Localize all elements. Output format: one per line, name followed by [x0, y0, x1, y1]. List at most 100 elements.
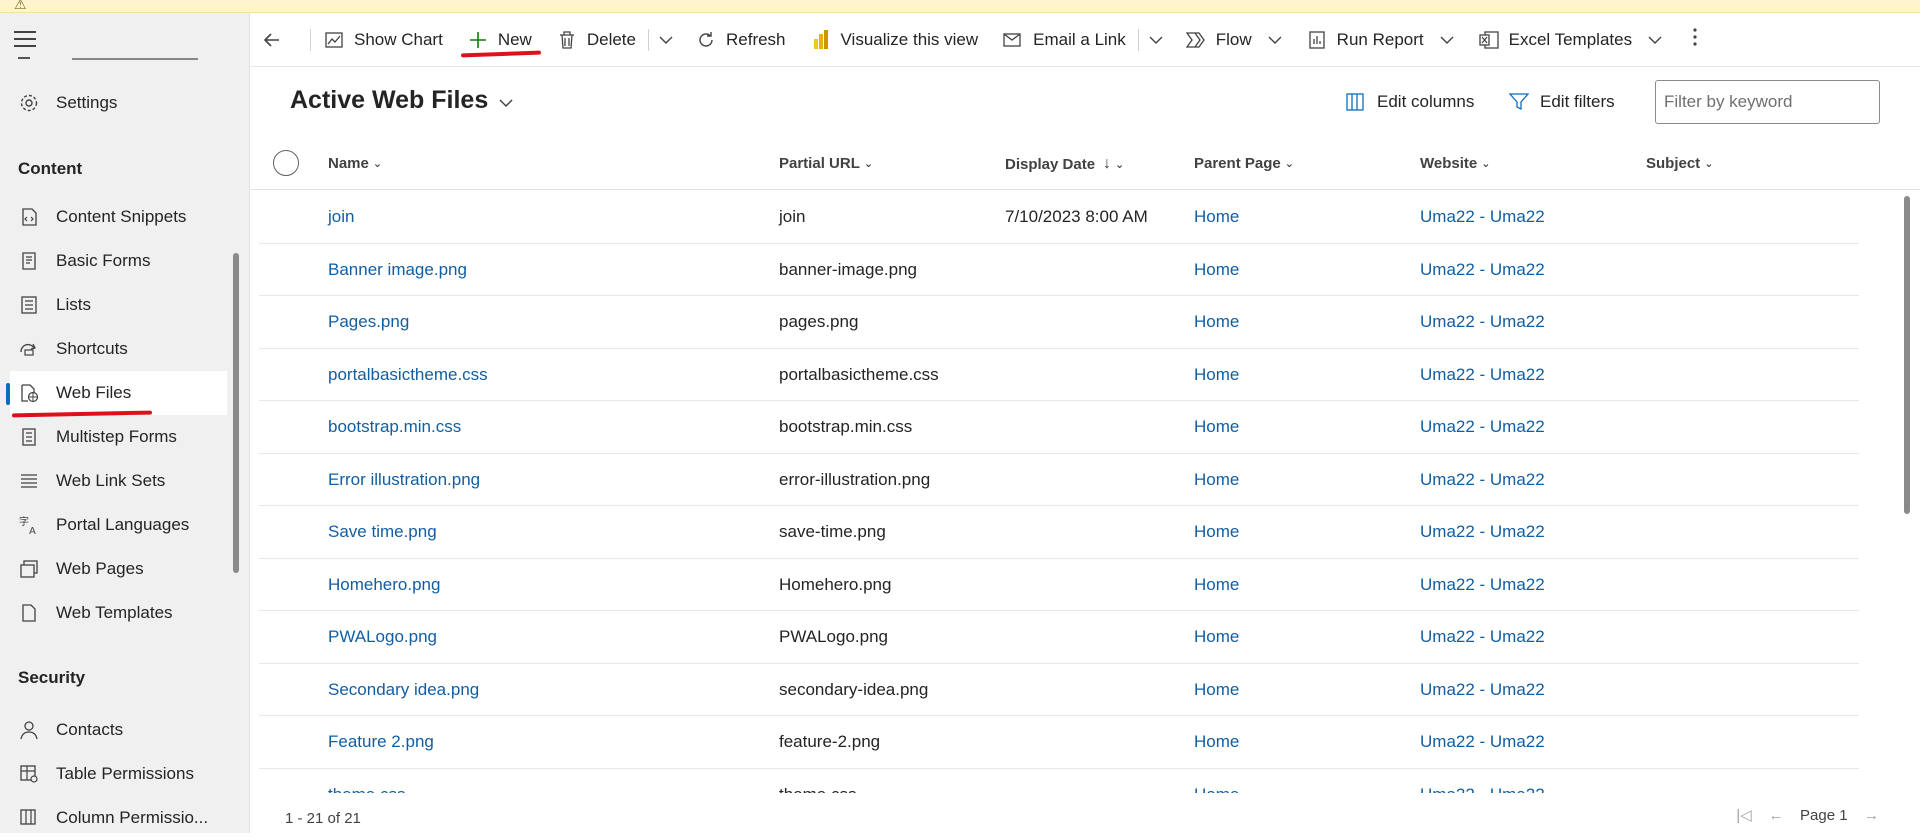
column-header-label: Subject: [1646, 155, 1701, 172]
sidebar-item-contacts[interactable]: Contacts: [10, 708, 227, 752]
cell-parent-page[interactable]: Home: [1194, 522, 1239, 542]
cell-website[interactable]: Uma22 - Uma22: [1420, 627, 1545, 647]
back-button[interactable]: [251, 20, 310, 60]
cell-parent-page[interactable]: Home: [1194, 627, 1239, 647]
cell-name[interactable]: PWALogo.png: [328, 627, 437, 647]
trash-icon: [556, 29, 578, 51]
sidebar-item-portal-languages[interactable]: 字 A Portal Languages: [10, 503, 227, 547]
show-chart-button[interactable]: Show Chart: [311, 20, 455, 60]
cell-website[interactable]: Uma22 - Uma22: [1420, 470, 1545, 490]
more-actions-dropdown[interactable]: [649, 20, 683, 60]
grid-scrollbar[interactable]: [1904, 196, 1910, 514]
column-header-subject[interactable]: Subject ⌄: [1646, 155, 1713, 172]
sidebar-item-web-pages[interactable]: Web Pages: [10, 547, 227, 591]
edit-filters-button[interactable]: Edit filters: [1508, 90, 1615, 114]
cell-partial-url: portalbasictheme.css: [779, 364, 939, 384]
sidebar-item-web-templates[interactable]: Web Templates: [10, 591, 227, 635]
cell-website[interactable]: Uma22 - Uma22: [1420, 785, 1545, 794]
cell-name[interactable]: bootstrap.min.css: [328, 417, 461, 437]
table-row[interactable]: Homehero.png Homehero.png Home Uma22 - Uma2…: [259, 559, 1859, 611]
cell-name[interactable]: join: [328, 207, 354, 227]
visualize-view-button[interactable]: Visualize this view: [798, 20, 991, 60]
table-row[interactable]: theme.css theme.css Home Uma22 - Uma22: [259, 769, 1859, 794]
cell-name[interactable]: Banner image.png: [328, 260, 467, 280]
column-header-partial-url[interactable]: Partial URL ⌄: [779, 155, 873, 172]
filter-keyword-input[interactable]: [1655, 80, 1880, 124]
cell-parent-page[interactable]: Home: [1194, 680, 1239, 700]
edit-columns-button[interactable]: Edit columns: [1345, 90, 1474, 114]
sidebar-item-web-link-sets[interactable]: Web Link Sets: [10, 459, 227, 503]
table-row[interactable]: Pages.png pages.png Home Uma22 - Uma22: [259, 296, 1859, 349]
filter-icon: [1508, 90, 1532, 114]
column-header-name[interactable]: Name ⌄: [328, 155, 382, 172]
column-header-website[interactable]: Website ⌄: [1420, 155, 1490, 172]
email-link-dropdown[interactable]: [1139, 20, 1173, 60]
column-header-parent-page[interactable]: Parent Page ⌄: [1194, 155, 1294, 172]
cell-website[interactable]: Uma22 - Uma22: [1420, 732, 1545, 752]
table-row[interactable]: Error illustration.png error-illustration…: [259, 454, 1859, 506]
table-row[interactable]: portalbasictheme.css portalbasictheme.css…: [259, 349, 1859, 401]
cell-website[interactable]: Uma22 - Uma22: [1420, 260, 1545, 280]
cell-parent-page[interactable]: Home: [1194, 365, 1239, 385]
sidebar-item-basic-forms[interactable]: Basic Forms: [10, 239, 227, 283]
cell-name[interactable]: Save time.png: [328, 522, 437, 542]
cell-parent-page[interactable]: Home: [1194, 417, 1239, 437]
table-row[interactable]: bootstrap.min.css bootstrap.min.css Home Um…: [259, 401, 1859, 454]
cell-parent-page[interactable]: Home: [1194, 260, 1239, 280]
cell-name[interactable]: Secondary idea.png: [328, 680, 479, 700]
sidebar-item-label: Web Link Sets: [56, 471, 166, 490]
table-row[interactable]: Feature 2.png feature-2.png Home Uma22 - Um…: [259, 716, 1859, 769]
table-row[interactable]: join join 7/10/2023 8:00 AM Home Uma22 - Uma…: [259, 191, 1859, 244]
sidebar-item-content-snippets[interactable]: Content Snippets: [10, 195, 227, 239]
svg-text:字: 字: [19, 515, 29, 528]
cell-website[interactable]: Uma22 - Uma22: [1420, 207, 1545, 227]
cell-parent-page[interactable]: Home: [1194, 575, 1239, 595]
hamburger-menu-icon[interactable]: [14, 31, 36, 47]
sidebar-item-multistep-forms[interactable]: Multistep Forms: [10, 415, 227, 459]
first-page-icon[interactable]: |◁: [1728, 806, 1760, 824]
cell-name[interactable]: portalbasictheme.css: [328, 365, 488, 385]
next-page-icon[interactable]: →: [1856, 807, 1888, 824]
sidebar-item-lists[interactable]: Lists: [10, 283, 227, 327]
sidebar-item-column-permissio[interactable]: Column Permissio...: [10, 796, 227, 840]
table-row[interactable]: Save time.png save-time.png Home Uma22 - Um…: [259, 506, 1859, 559]
view-selector[interactable]: Active Web Files: [290, 86, 514, 115]
sidebar-item-web-files[interactable]: Web Files: [6, 371, 227, 415]
cell-website[interactable]: Uma22 - Uma22: [1420, 680, 1545, 700]
sidebar-item-settings[interactable]: Settings: [10, 81, 227, 125]
more-vertical-icon: [1692, 27, 1698, 52]
cell-website[interactable]: Uma22 - Uma22: [1420, 365, 1545, 385]
cell-website[interactable]: Uma22 - Uma22: [1420, 417, 1545, 437]
cell-website[interactable]: Uma22 - Uma22: [1420, 312, 1545, 332]
flow-button[interactable]: Flow: [1173, 20, 1294, 60]
sidebar-scrollbar[interactable]: [233, 253, 239, 573]
sidebar-item-shortcuts[interactable]: Shortcuts: [10, 327, 227, 371]
overflow-menu-button[interactable]: [1674, 20, 1716, 60]
table-row[interactable]: PWALogo.png PWALogo.png Home Uma22 - Uma22: [259, 611, 1859, 664]
new-button[interactable]: New: [455, 20, 544, 60]
delete-button[interactable]: Delete: [544, 20, 648, 60]
cell-parent-page[interactable]: Home: [1194, 312, 1239, 332]
table-row[interactable]: Banner image.png banner-image.png Home Uma2…: [259, 244, 1859, 296]
cell-website[interactable]: Uma22 - Uma22: [1420, 522, 1545, 542]
cell-parent-page[interactable]: Home: [1194, 470, 1239, 490]
previous-page-icon[interactable]: ←: [1760, 807, 1792, 824]
cell-parent-page[interactable]: Home: [1194, 207, 1239, 227]
cell-name[interactable]: Feature 2.png: [328, 732, 434, 752]
table-row[interactable]: Secondary idea.png secondary-idea.png Home…: [259, 664, 1859, 716]
cell-website[interactable]: Uma22 - Uma22: [1420, 575, 1545, 595]
run-report-button[interactable]: Run Report: [1294, 20, 1466, 60]
refresh-button[interactable]: Refresh: [683, 20, 798, 60]
cell-name[interactable]: theme.css: [328, 785, 405, 794]
sidebar-item-table-permissions[interactable]: Table Permissions: [10, 752, 227, 796]
cell-parent-page[interactable]: Home: [1194, 785, 1239, 794]
cell-parent-page[interactable]: Home: [1194, 732, 1239, 752]
excel-templates-button[interactable]: Excel Templates: [1466, 20, 1674, 60]
section-heading-security: Security: [18, 668, 86, 687]
cell-name[interactable]: Homehero.png: [328, 575, 440, 595]
cell-name[interactable]: Error illustration.png: [328, 470, 480, 490]
column-header-display-date[interactable]: Display Date ↓ ⌄: [1005, 155, 1124, 173]
email-link-button[interactable]: Email a Link: [990, 20, 1138, 60]
sidebar-item-label: Basic Forms: [56, 251, 151, 270]
cell-name[interactable]: Pages.png: [328, 312, 409, 332]
